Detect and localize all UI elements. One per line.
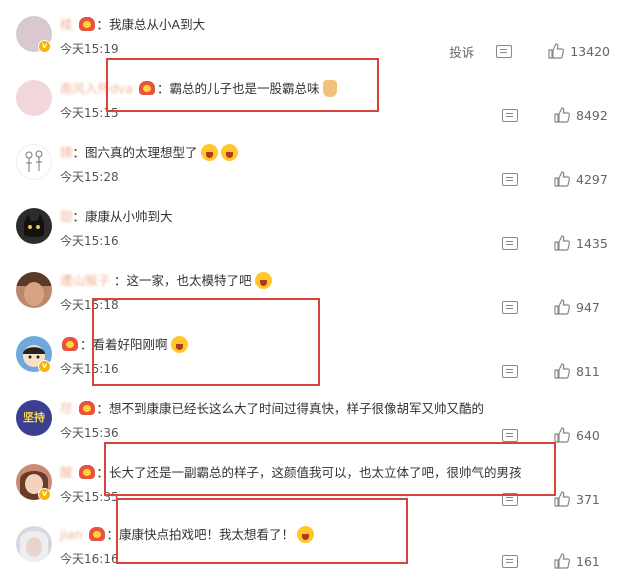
fan-badge-icon (78, 17, 95, 31)
comment-text: 看着好阳刚啊 (92, 337, 168, 352)
verified-badge-icon: v (38, 40, 51, 53)
like-icon[interactable] (554, 299, 570, 315)
comment-text: 想不到康康已经长这么大了时间过得真快，样子很像胡军又帅又酷的 (109, 401, 485, 416)
comment-item: 南风入怀dva ：霸总的儿子也是一股霸总味 今天15:15 8492 (0, 70, 624, 134)
avatar[interactable] (16, 208, 52, 244)
fan-badge-icon (88, 527, 105, 541)
fan-badge-icon (78, 401, 95, 415)
comment-time: 今天15:15 (60, 106, 119, 120)
comment-item: 姨：图六真的太理想型了 今天15:28 4297 (0, 134, 624, 198)
avatar[interactable] (16, 80, 52, 116)
reply-icon[interactable] (502, 300, 518, 314)
reply-icon[interactable] (502, 492, 518, 506)
like-count: 371 (576, 491, 600, 507)
like-icon[interactable] (548, 43, 565, 59)
avatar[interactable] (16, 526, 52, 562)
thumbs-up-emoji-icon (322, 80, 337, 97)
verified-badge-icon: v (38, 360, 51, 373)
comment-text: 康康快点拍戏吧！我太想看了！ (119, 527, 295, 542)
crying-emoji-icon (220, 144, 238, 161)
comment-item: 坚持 尽 ：想不到康康已经长这么大了时间过得真快，样子很像胡军又帅又酷的 今天1… (0, 390, 624, 454)
comment-text: 霸总的儿子也是一股霸总味 (169, 81, 320, 96)
like-count: 811 (576, 363, 600, 379)
like-icon[interactable] (554, 107, 570, 123)
reply-icon[interactable] (496, 44, 513, 58)
fan-badge-icon (62, 337, 78, 351)
like-count: 1435 (576, 235, 608, 251)
username[interactable]: 尽 (60, 401, 73, 416)
laughing-emoji-icon (297, 526, 315, 543)
crying-emoji-icon (200, 144, 218, 161)
reply-icon[interactable] (502, 172, 518, 186)
comment-time: 今天16:16 (60, 552, 119, 566)
like-icon[interactable] (554, 171, 570, 187)
fan-badge-icon (138, 81, 155, 95)
crying-emoji-icon (170, 336, 188, 353)
like-count: 13420 (570, 43, 610, 59)
reply-icon[interactable] (502, 428, 518, 442)
like-icon[interactable] (554, 363, 570, 379)
comment-time: 今天15:16 (60, 234, 119, 248)
comment-time: 今天15:18 (60, 298, 119, 312)
reply-icon[interactable] (502, 364, 518, 378)
like-count: 640 (576, 427, 600, 443)
username[interactable]: jian (60, 527, 83, 542)
reply-icon[interactable] (502, 236, 518, 250)
like-icon[interactable] (554, 553, 570, 569)
like-count: 4297 (576, 171, 608, 187)
like-icon[interactable] (554, 491, 570, 507)
comment-text: 长大了还是一副霸总的样子，这颜值我可以，也太立体了吧，很帅气的男孩 (109, 465, 522, 480)
comment-item: v 楼 ：我康总从小A到大 今天15:19 投诉 13420 (0, 6, 624, 70)
verified-badge-icon: v (38, 488, 51, 501)
comment-time: 今天15:35 (60, 490, 119, 504)
crying-emoji-icon (254, 272, 272, 289)
username[interactable]: 甜 (60, 209, 73, 224)
username[interactable]: 遭山猴子 (60, 273, 110, 288)
username[interactable]: 楼 (60, 17, 73, 32)
comment-item: v ：看着好阳刚啊 今天15:16 811 (0, 326, 624, 390)
comment-time: 今天15:28 (60, 170, 119, 184)
comment-item: 遭山猴子 ：这一家，也太模特了吧 今天15:18 947 (0, 262, 624, 326)
avatar[interactable] (16, 272, 52, 308)
like-icon[interactable] (554, 427, 570, 443)
comment-item: jian ：康康快点拍戏吧！我太想看了！ 今天16:16 161 (0, 516, 624, 580)
comment-time: 今天15:19 (60, 42, 119, 56)
username[interactable]: 南风入怀dva (60, 81, 133, 96)
comment-text: 我康总从小A到大 (109, 17, 206, 32)
username[interactable]: 姨 (60, 145, 73, 160)
comment-text: 康康从小帅到大 (85, 209, 173, 224)
username[interactable]: 醒 (60, 465, 73, 480)
avatar[interactable] (16, 144, 52, 180)
like-count: 8492 (576, 107, 608, 123)
like-count: 947 (576, 299, 600, 315)
avatar[interactable]: 坚持 (16, 400, 52, 436)
comment-text: 这一家，也太模特了吧 (126, 273, 252, 288)
like-count: 161 (576, 553, 600, 569)
like-icon[interactable] (554, 235, 570, 251)
comment-item: v 醒 ：长大了还是一副霸总的样子，这颜值我可以，也太立体了吧，很帅气的男孩 今… (0, 454, 624, 518)
report-button[interactable]: 投诉 (449, 42, 474, 61)
avatar-text: 坚持 (23, 411, 45, 424)
comment-time: 今天15:16 (60, 362, 119, 376)
reply-icon[interactable] (502, 554, 518, 568)
comment-text: 图六真的太理想型了 (85, 145, 198, 160)
reply-icon[interactable] (502, 108, 518, 122)
fan-badge-icon (78, 465, 95, 479)
comment-item: 甜：康康从小帅到大 今天15:16 1435 (0, 198, 624, 262)
comment-time: 今天15:36 (60, 426, 119, 440)
